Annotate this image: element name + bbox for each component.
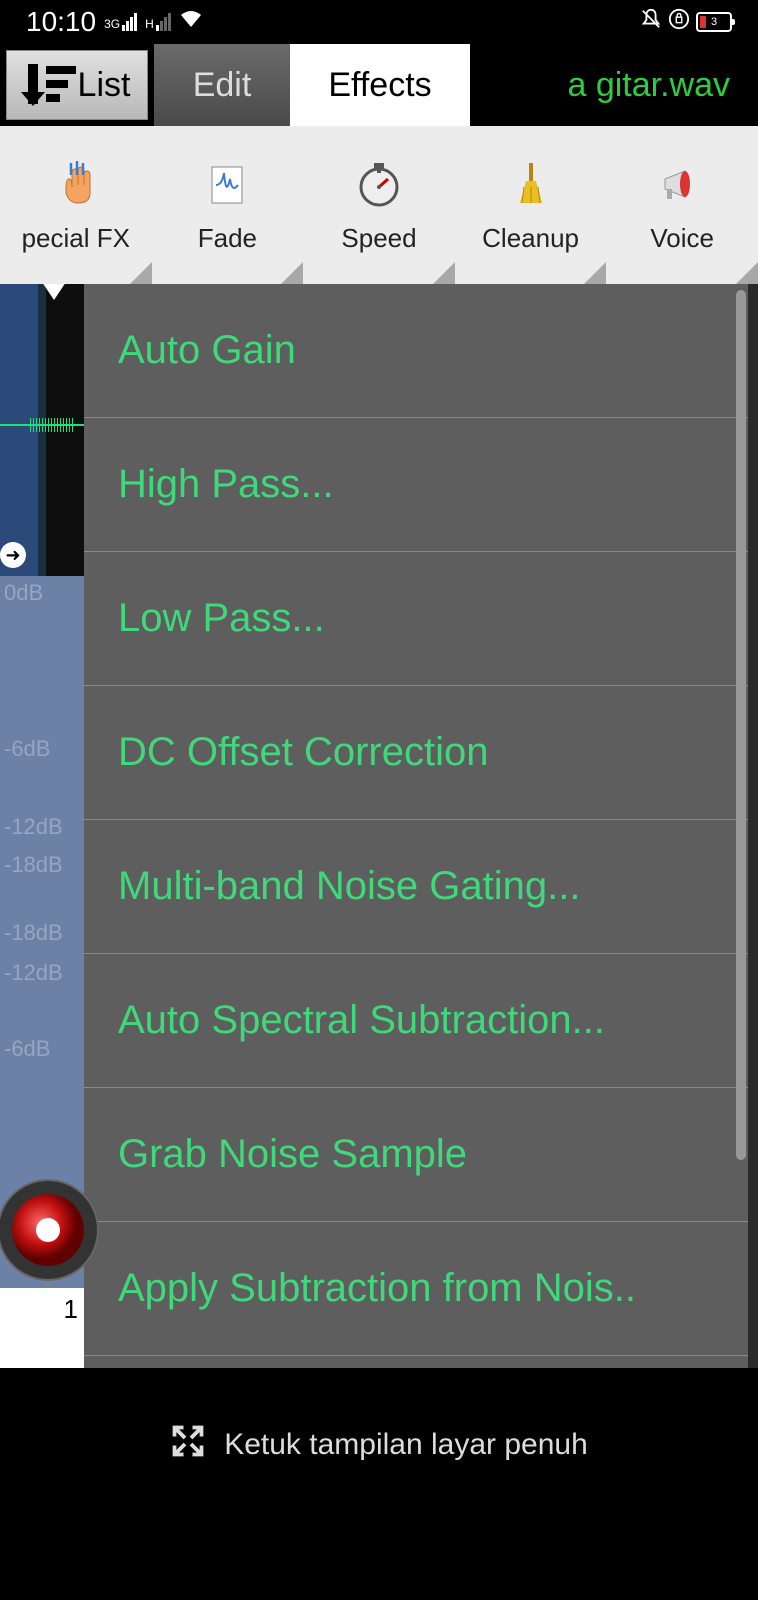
lock-rotation-icon (668, 8, 690, 36)
menu-noise-gating[interactable]: Multi-band Noise Gating... (84, 820, 748, 954)
clock: 10:10 (26, 6, 96, 38)
filename-label: a gitar.wav (470, 44, 758, 126)
nav-home[interactable] (357, 1521, 401, 1570)
nav-back[interactable] (572, 1523, 612, 1568)
tab-effects-label: Effects (328, 66, 431, 105)
menu-low-pass[interactable]: Low Pass... (84, 552, 748, 686)
tool-speed[interactable]: Speed (303, 126, 455, 284)
fullscreen-hint[interactable]: Ketuk tampilan layar penuh (0, 1410, 758, 1480)
db-label: -6dB (4, 736, 50, 762)
megaphone-icon (655, 157, 709, 211)
nav-recent[interactable] (146, 1523, 186, 1568)
tool-label: pecial FX (22, 223, 130, 254)
mute-icon (640, 8, 662, 36)
waveform-line (0, 424, 84, 426)
expand-icon (170, 1423, 206, 1467)
menu-high-pass[interactable]: High Pass... (84, 418, 748, 552)
tool-label: Cleanup (482, 223, 579, 254)
db-label: -12dB (4, 960, 63, 986)
db-label: -12dB (4, 814, 63, 840)
scrollbar[interactable] (736, 290, 746, 1160)
timeline-ruler: 1 (0, 1288, 84, 1368)
nav-bar (0, 1510, 758, 1580)
broom-icon (504, 157, 558, 211)
record-button[interactable] (0, 1176, 102, 1284)
db-label: 0dB (4, 580, 43, 606)
effects-toolbar: pecial FX Fade Speed Cleanup Voice (0, 126, 758, 284)
hand-icon (49, 157, 103, 211)
tool-voice[interactable]: Voice (606, 126, 758, 284)
db-label: -6dB (4, 1036, 50, 1062)
tab-bar: List Edit Effects a gitar.wav (0, 44, 758, 126)
tool-label: Fade (198, 223, 257, 254)
menu-dc-offset[interactable]: DC Offset Correction (84, 686, 748, 820)
tool-label: Speed (341, 223, 416, 254)
stopwatch-icon (352, 157, 406, 211)
menu-apply-subtraction[interactable]: Apply Subtraction from Nois.. (84, 1222, 748, 1356)
network-indicator-2: H (145, 13, 171, 31)
content-area: ➜ 0dB -6dB -12dB -18dB -18dB -12dB -6dB … (0, 284, 758, 1368)
menu-grab-noise[interactable]: Grab Noise Sample (84, 1088, 748, 1222)
tool-label: Voice (650, 223, 714, 254)
tab-edit-label: Edit (193, 66, 252, 105)
status-left: 10:10 3G H (26, 6, 203, 38)
tab-effects[interactable]: Effects (290, 44, 470, 126)
menu-auto-gain[interactable]: Auto Gain (84, 284, 748, 418)
db-label: -18dB (4, 920, 63, 946)
tool-fade[interactable]: Fade (152, 126, 304, 284)
battery-icon: 3 (696, 12, 732, 32)
wifi-icon (179, 9, 203, 35)
status-right: 3 (640, 8, 732, 36)
tool-special-fx[interactable]: pecial FX (0, 126, 152, 284)
fullscreen-hint-label: Ketuk tampilan layar penuh (224, 1428, 588, 1462)
tool-cleanup[interactable]: Cleanup (455, 126, 607, 284)
region-handle[interactable]: ➜ (0, 542, 26, 568)
playhead-marker[interactable] (42, 284, 66, 300)
network-indicator-1: 3G (104, 13, 137, 31)
menu-spectral-subtraction[interactable]: Auto Spectral Subtraction... (84, 954, 748, 1088)
fade-icon (200, 157, 254, 211)
tab-list-label: List (78, 66, 131, 105)
tab-edit[interactable]: Edit (154, 44, 290, 126)
sort-icon (24, 60, 74, 110)
effects-menu[interactable]: Auto Gain High Pass... Low Pass... DC Of… (84, 284, 748, 1368)
db-label: -18dB (4, 852, 63, 878)
status-bar: 10:10 3G H 3 (0, 0, 758, 44)
tab-list[interactable]: List (6, 50, 148, 120)
waveform-strip: ➜ (0, 284, 84, 576)
